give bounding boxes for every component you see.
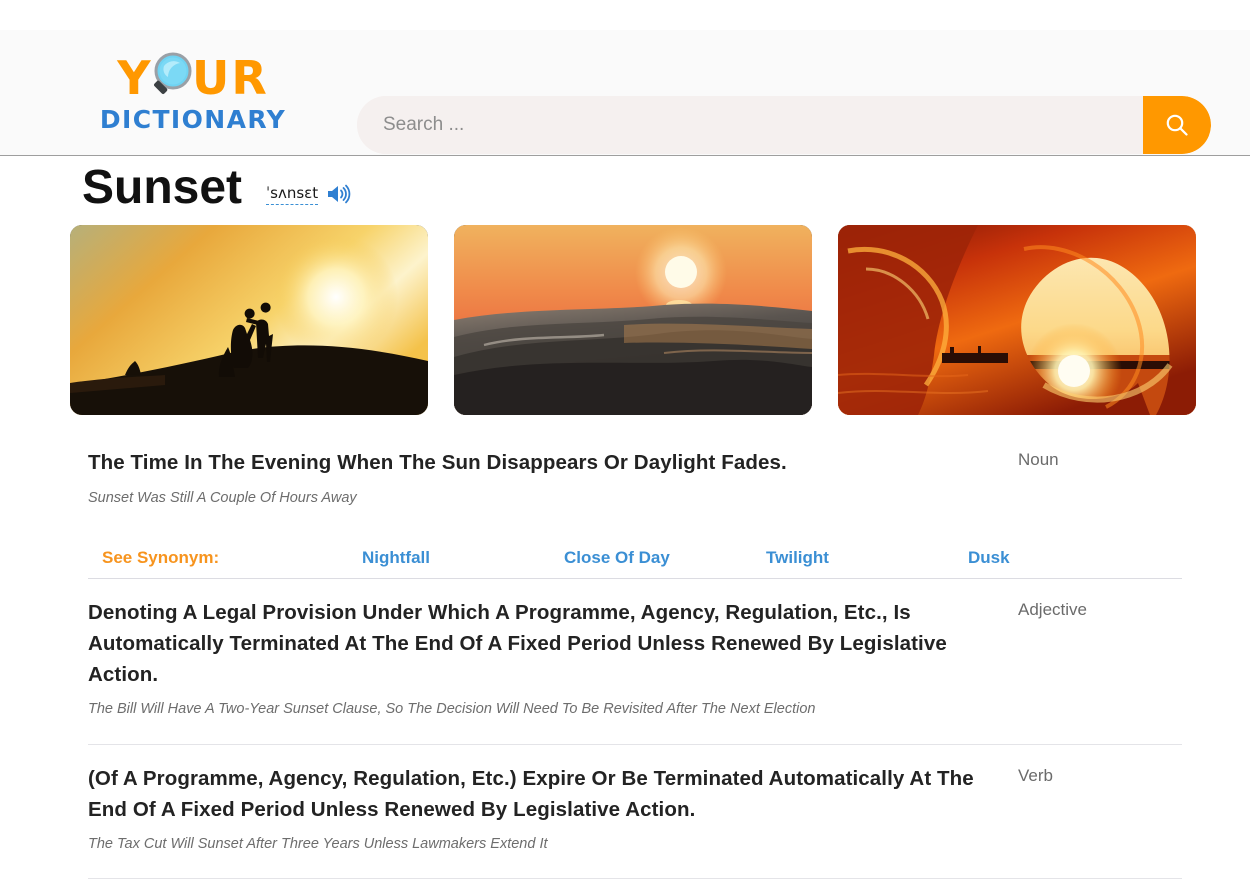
- gallery-image-1[interactable]: [70, 225, 428, 416]
- gallery-image-3[interactable]: [838, 225, 1196, 416]
- definition-example: The Tax Cut Will Sunset After Three Year…: [88, 835, 548, 852]
- part-of-speech: Noun: [1018, 450, 1059, 470]
- magnifying-glass-icon: [154, 52, 192, 94]
- gallery-image-2[interactable]: [454, 225, 812, 416]
- play-pronunciation-button[interactable]: [326, 183, 351, 205]
- part-of-speech: Verb: [1018, 765, 1053, 785]
- synonym-link-4[interactable]: Dusk: [968, 548, 1010, 568]
- word-header: Sunset ˈsʌnsɛt: [60, 157, 1200, 225]
- definition-example: The Bill Will Have A Two-Year Sunset Cla…: [88, 701, 816, 718]
- pronunciation-group: ˈsʌnsɛt: [266, 183, 351, 213]
- page-root: YOUR DICTIONARY Sunset: [0, 0, 1250, 883]
- definition-example: Sunset Was Still A Couple Of Hours Away: [88, 489, 357, 506]
- footer-divider: [88, 878, 1182, 880]
- synonym-link-2[interactable]: Close Of Day: [564, 548, 766, 568]
- search-input[interactable]: [357, 96, 1143, 154]
- top-strip: [0, 0, 1250, 30]
- synonym-link-1[interactable]: Nightfall: [362, 548, 564, 568]
- definition-text: (Of A Programme, Agency, Regulation, Etc…: [88, 766, 974, 821]
- site-header: YOUR DICTIONARY: [0, 30, 1250, 156]
- logo-your-text: YOUR: [117, 52, 269, 101]
- part-of-speech: Adjective: [1018, 599, 1087, 619]
- main-content: Sunset ˈsʌnsɛt The Time In The Evening W…: [60, 157, 1200, 883]
- page-title: Sunset: [82, 161, 243, 214]
- synonyms-label: See Synonym:: [102, 547, 220, 567]
- definition-divider: [88, 577, 1182, 579]
- synonym-link-3[interactable]: Twilight: [766, 548, 968, 568]
- logo-letters-ur: UR: [192, 50, 269, 105]
- synonyms-row: See Synonym: Nightfall Close Of Day Twil…: [88, 548, 1172, 568]
- definition-entry: (Of A Programme, Agency, Regulation, Etc…: [88, 763, 1172, 869]
- phonetic-transcription: ˈsʌnsɛt: [266, 184, 319, 205]
- definition-text: The Time In The Evening When The Sun Dis…: [88, 451, 787, 475]
- logo-dictionary-text: DICTIONARY: [99, 104, 287, 134]
- search-bar: [357, 96, 1211, 154]
- search-button[interactable]: [1143, 96, 1211, 154]
- speaker-icon: [328, 185, 351, 204]
- image-gallery: [60, 225, 1200, 416]
- site-logo[interactable]: YOUR DICTIONARY: [88, 48, 298, 138]
- definition-body: Denoting A Legal Provision Under Which A…: [88, 597, 1018, 720]
- definitions-list: The Time In The Evening When The Sun Dis…: [60, 415, 1182, 883]
- definition-text: Denoting A Legal Provision Under Which A…: [88, 600, 947, 687]
- search-icon: [1166, 114, 1188, 136]
- definition-entry: The Time In The Evening When The Sun Dis…: [88, 447, 1172, 521]
- definition-body: The Time In The Evening When The Sun Dis…: [88, 447, 1018, 507]
- definition-body: (Of A Programme, Agency, Regulation, Etc…: [88, 763, 1018, 855]
- definition-divider: [88, 743, 1182, 745]
- definition-entry: Denoting A Legal Provision Under Which A…: [88, 597, 1172, 734]
